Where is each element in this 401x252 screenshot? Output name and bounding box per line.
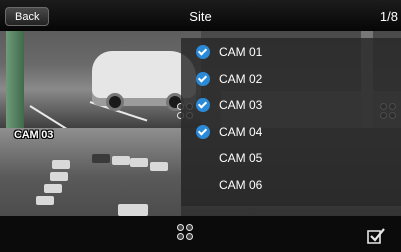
top-bar: Back Site 1/8 [0,0,401,31]
lot-car [118,204,148,216]
camera-label-cam-03: CAM 03 [14,129,54,141]
grid-icon[interactable] [177,224,193,240]
lot-car [92,154,110,163]
camera-select-dropdown[interactable]: CAM 01 CAM 02 CAM 03 CAM 04 CAM 05 CAM 0… [181,38,401,206]
cctv-viewer: CAM 03 Back Site 1/8 CAM 01 CAM 02 CAM 0… [0,0,401,252]
lot-car [150,162,168,171]
page-title: Site [189,9,212,24]
car-wheel [106,93,124,111]
checkmark-icon [196,98,210,112]
lot-car [44,184,62,193]
checkmark-icon[interactable] [366,226,386,246]
lot-car [50,172,68,181]
lane-line [29,105,90,128]
camera-option-cam-05[interactable]: CAM 05 [181,145,401,171]
camera-option-label: CAM 03 [219,98,263,112]
camera-option-cam-04[interactable]: CAM 04 [181,119,401,145]
camera-option-cam-02[interactable]: CAM 02 [181,66,401,92]
checkmark-icon [196,72,210,86]
camera-feed-cam-03[interactable] [0,128,181,216]
page-indicator: 1/8 [379,9,398,24]
bottom-bar [0,216,401,252]
camera-option-cam-03[interactable]: CAM 03 [181,92,401,118]
camera-option-label: CAM 06 [219,178,263,192]
lot-car [112,156,130,165]
camera-option-label: CAM 04 [219,125,263,139]
checkmark-icon [196,125,210,139]
camera-feed-cam-01[interactable] [0,31,201,128]
camera-option-label: CAM 01 [219,45,263,59]
camera-option-label: CAM 02 [219,72,263,86]
camera-option-cam-06[interactable]: CAM 06 [181,172,401,198]
camera-option-label: CAM 05 [219,151,263,165]
parking-pillar [6,31,24,128]
lot-car [52,160,70,169]
checkmark-icon [196,45,210,59]
camera-option-cam-01[interactable]: CAM 01 [181,39,401,65]
lot-car [130,158,148,167]
lot-car [36,196,54,205]
